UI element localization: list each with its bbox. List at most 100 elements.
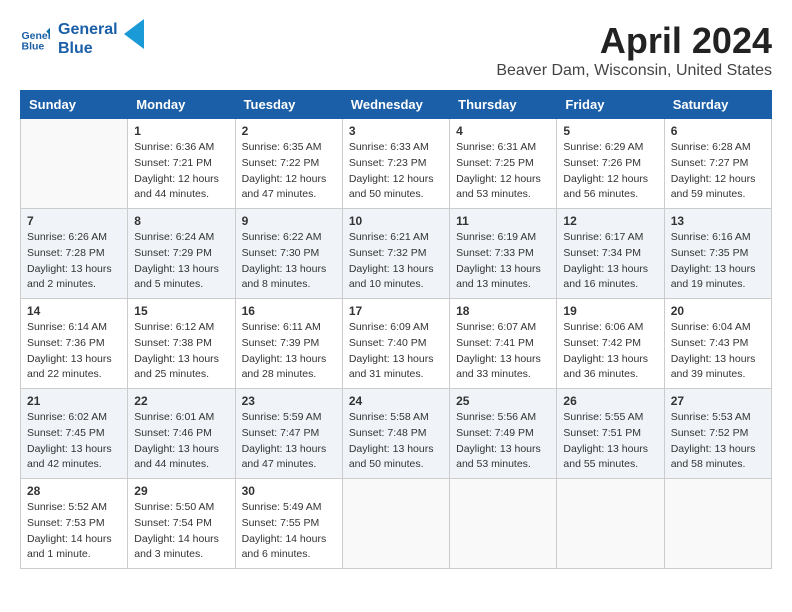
day-info: Sunrise: 6:14 AMSunset: 7:36 PMDaylight:…: [27, 320, 121, 383]
calendar-day-cell: 21 Sunrise: 6:02 AMSunset: 7:45 PMDayligh…: [21, 389, 128, 479]
logo-arrow-icon: [124, 19, 144, 49]
day-number: 6: [671, 124, 765, 138]
day-number: 21: [27, 394, 121, 408]
calendar-day-cell: 30 Sunrise: 5:49 AMSunset: 7:55 PMDayligh…: [235, 479, 342, 569]
day-info: Sunrise: 6:04 AMSunset: 7:43 PMDaylight:…: [671, 320, 765, 383]
weekday-header-thursday: Thursday: [450, 91, 557, 119]
calendar-day-cell: [342, 479, 449, 569]
day-number: 30: [242, 484, 336, 498]
day-number: 18: [456, 304, 550, 318]
day-number: 19: [563, 304, 657, 318]
day-number: 25: [456, 394, 550, 408]
svg-text:Blue: Blue: [22, 41, 45, 53]
day-info: Sunrise: 6:11 AMSunset: 7:39 PMDaylight:…: [242, 320, 336, 383]
day-number: 20: [671, 304, 765, 318]
day-number: 1: [134, 124, 228, 138]
calendar-day-cell: 4 Sunrise: 6:31 AMSunset: 7:25 PMDaylight…: [450, 119, 557, 209]
calendar-day-cell: 27Sunrise: 5:53 AMSunset: 7:52 PMDayligh…: [664, 389, 771, 479]
calendar-day-cell: 25 Sunrise: 5:56 AMSunset: 7:49 PMDayligh…: [450, 389, 557, 479]
day-info: Sunrise: 5:56 AMSunset: 7:49 PMDaylight:…: [456, 410, 550, 473]
calendar-day-cell: [557, 479, 664, 569]
day-number: 5: [563, 124, 657, 138]
day-number: 2: [242, 124, 336, 138]
calendar-day-cell: [21, 119, 128, 209]
logo-line1: General: [58, 20, 118, 39]
day-info: Sunrise: 6:16 AMSunset: 7:35 PMDaylight:…: [671, 230, 765, 293]
day-info: Sunrise: 6:19 AMSunset: 7:33 PMDaylight:…: [456, 230, 550, 293]
day-number: 29: [134, 484, 228, 498]
day-number: 9: [242, 214, 336, 228]
weekday-header-wednesday: Wednesday: [342, 91, 449, 119]
calendar-week-row: 14 Sunrise: 6:14 AMSunset: 7:36 PMDayligh…: [21, 299, 772, 389]
calendar-day-cell: 1Sunrise: 6:36 AMSunset: 7:21 PMDaylight…: [128, 119, 235, 209]
day-info: Sunrise: 6:35 AMSunset: 7:22 PMDaylight:…: [242, 140, 336, 203]
weekday-header-monday: Monday: [128, 91, 235, 119]
page-header: General Blue General Blue April 2024 Bea…: [20, 20, 772, 80]
day-number: 22: [134, 394, 228, 408]
calendar-day-cell: 19 Sunrise: 6:06 AMSunset: 7:42 PMDayligh…: [557, 299, 664, 389]
day-info: Sunrise: 6:02 AMSunset: 7:45 PMDaylight:…: [27, 410, 121, 473]
day-number: 4: [456, 124, 550, 138]
calendar-day-cell: [664, 479, 771, 569]
logo: General Blue General Blue: [20, 20, 144, 58]
day-info: Sunrise: 6:17 AMSunset: 7:34 PMDaylight:…: [563, 230, 657, 293]
day-info: Sunrise: 5:50 AMSunset: 7:54 PMDaylight:…: [134, 500, 228, 563]
calendar-day-cell: 23 Sunrise: 5:59 AMSunset: 7:47 PMDayligh…: [235, 389, 342, 479]
calendar-week-row: 28 Sunrise: 5:52 AMSunset: 7:53 PMDayligh…: [21, 479, 772, 569]
day-info: Sunrise: 6:33 AMSunset: 7:23 PMDaylight:…: [349, 140, 443, 203]
calendar-day-cell: 5 Sunrise: 6:29 AMSunset: 7:26 PMDaylight…: [557, 119, 664, 209]
calendar-header-row: SundayMondayTuesdayWednesdayThursdayFrid…: [21, 91, 772, 119]
day-info: Sunrise: 6:06 AMSunset: 7:42 PMDaylight:…: [563, 320, 657, 383]
logo-icon: General Blue: [20, 24, 50, 54]
weekday-header-tuesday: Tuesday: [235, 91, 342, 119]
weekday-header-friday: Friday: [557, 91, 664, 119]
day-number: 15: [134, 304, 228, 318]
calendar-table: SundayMondayTuesdayWednesdayThursdayFrid…: [20, 90, 772, 569]
day-number: 13: [671, 214, 765, 228]
day-info: Sunrise: 6:12 AMSunset: 7:38 PMDaylight:…: [134, 320, 228, 383]
day-number: 12: [563, 214, 657, 228]
calendar-week-row: 1Sunrise: 6:36 AMSunset: 7:21 PMDaylight…: [21, 119, 772, 209]
calendar-day-cell: 7Sunrise: 6:26 AMSunset: 7:28 PMDaylight…: [21, 209, 128, 299]
day-info: Sunrise: 5:52 AMSunset: 7:53 PMDaylight:…: [27, 500, 121, 563]
day-info: Sunrise: 5:49 AMSunset: 7:55 PMDaylight:…: [242, 500, 336, 563]
day-number: 24: [349, 394, 443, 408]
calendar-day-cell: 15 Sunrise: 6:12 AMSunset: 7:38 PMDayligh…: [128, 299, 235, 389]
day-info: Sunrise: 6:09 AMSunset: 7:40 PMDaylight:…: [349, 320, 443, 383]
calendar-day-cell: 17 Sunrise: 6:09 AMSunset: 7:40 PMDayligh…: [342, 299, 449, 389]
day-number: 11: [456, 214, 550, 228]
day-number: 26: [563, 394, 657, 408]
day-number: 28: [27, 484, 121, 498]
day-number: 23: [242, 394, 336, 408]
calendar-day-cell: 13 Sunrise: 6:16 AMSunset: 7:35 PMDayligh…: [664, 209, 771, 299]
calendar-day-cell: 8Sunrise: 6:24 AMSunset: 7:29 PMDaylight…: [128, 209, 235, 299]
day-info: Sunrise: 6:22 AMSunset: 7:30 PMDaylight:…: [242, 230, 336, 293]
calendar-day-cell: 2 Sunrise: 6:35 AMSunset: 7:22 PMDaylight…: [235, 119, 342, 209]
calendar-day-cell: 10Sunrise: 6:21 AMSunset: 7:32 PMDayligh…: [342, 209, 449, 299]
calendar-day-cell: [450, 479, 557, 569]
weekday-header-sunday: Sunday: [21, 91, 128, 119]
day-number: 27: [671, 394, 765, 408]
calendar-day-cell: 9 Sunrise: 6:22 AMSunset: 7:30 PMDaylight…: [235, 209, 342, 299]
calendar-day-cell: 24 Sunrise: 5:58 AMSunset: 7:48 PMDayligh…: [342, 389, 449, 479]
calendar-day-cell: 28 Sunrise: 5:52 AMSunset: 7:53 PMDayligh…: [21, 479, 128, 569]
day-number: 14: [27, 304, 121, 318]
location: Beaver Dam, Wisconsin, United States: [496, 62, 772, 80]
day-info: Sunrise: 6:24 AMSunset: 7:29 PMDaylight:…: [134, 230, 228, 293]
calendar-day-cell: 18 Sunrise: 6:07 AMSunset: 7:41 PMDayligh…: [450, 299, 557, 389]
calendar-day-cell: 26 Sunrise: 5:55 AMSunset: 7:51 PMDayligh…: [557, 389, 664, 479]
day-info: Sunrise: 6:07 AMSunset: 7:41 PMDaylight:…: [456, 320, 550, 383]
day-info: Sunrise: 5:55 AMSunset: 7:51 PMDaylight:…: [563, 410, 657, 473]
calendar-day-cell: 6Sunrise: 6:28 AMSunset: 7:27 PMDaylight…: [664, 119, 771, 209]
day-info: Sunrise: 6:31 AMSunset: 7:25 PMDaylight:…: [456, 140, 550, 203]
calendar-day-cell: 12 Sunrise: 6:17 AMSunset: 7:34 PMDayligh…: [557, 209, 664, 299]
day-info: Sunrise: 5:59 AMSunset: 7:47 PMDaylight:…: [242, 410, 336, 473]
weekday-header-saturday: Saturday: [664, 91, 771, 119]
day-info: Sunrise: 6:29 AMSunset: 7:26 PMDaylight:…: [563, 140, 657, 203]
calendar-week-row: 7Sunrise: 6:26 AMSunset: 7:28 PMDaylight…: [21, 209, 772, 299]
day-info: Sunrise: 5:58 AMSunset: 7:48 PMDaylight:…: [349, 410, 443, 473]
calendar-day-cell: 3Sunrise: 6:33 AMSunset: 7:23 PMDaylight…: [342, 119, 449, 209]
day-number: 10: [349, 214, 443, 228]
day-number: 17: [349, 304, 443, 318]
calendar-day-cell: 14 Sunrise: 6:14 AMSunset: 7:36 PMDayligh…: [21, 299, 128, 389]
